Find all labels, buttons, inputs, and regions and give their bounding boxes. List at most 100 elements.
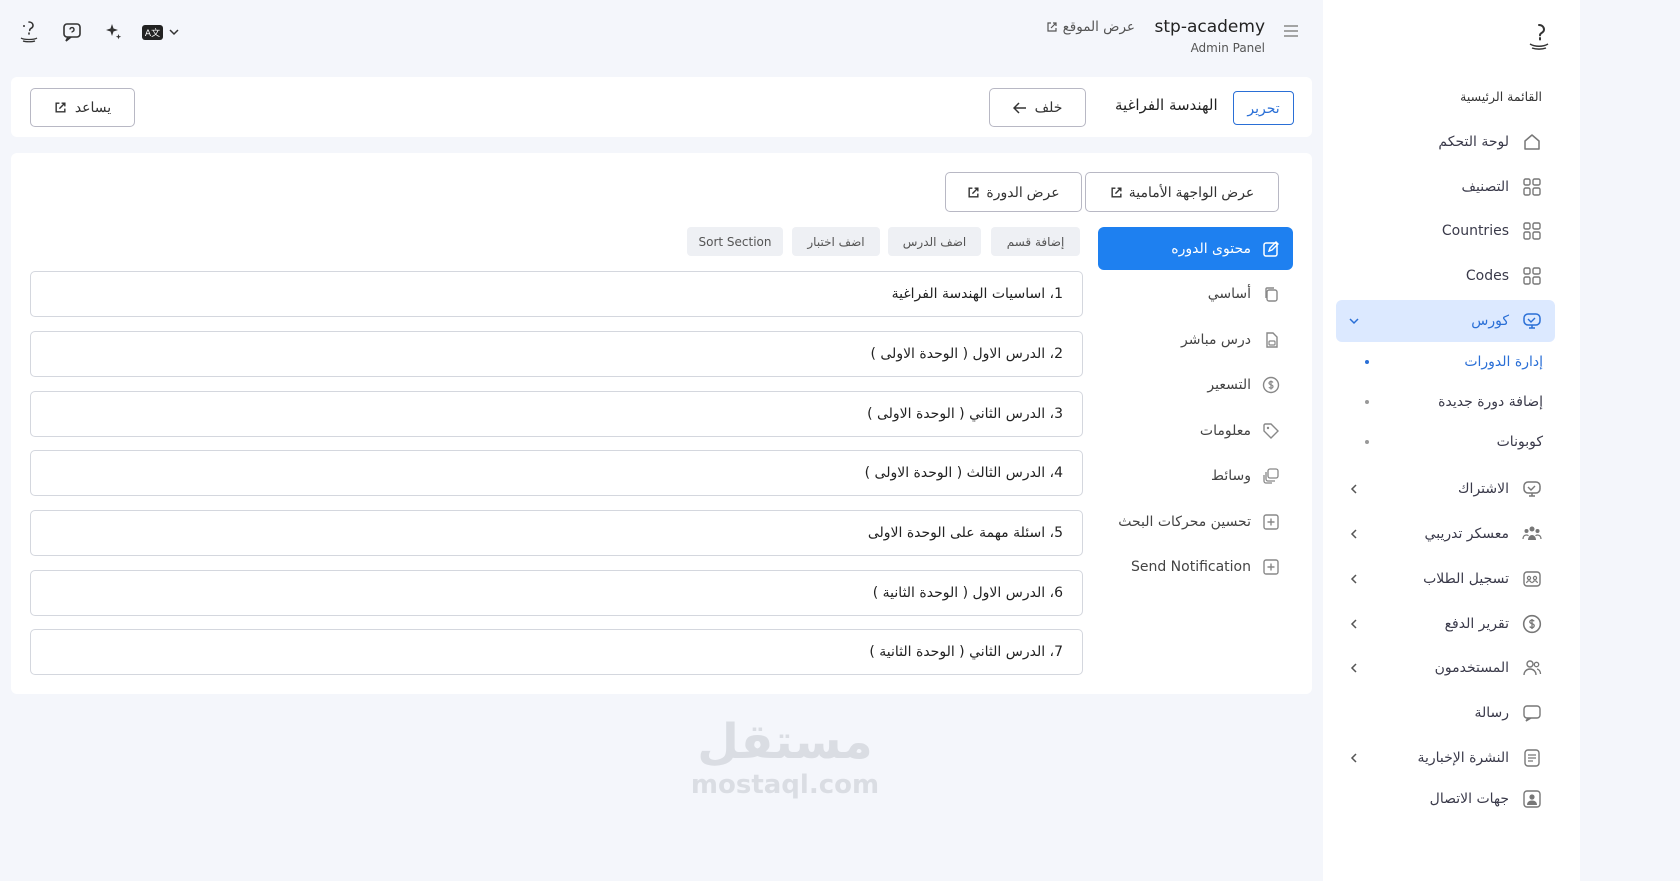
sidebar-item-label: تقرير الدفع — [1444, 616, 1509, 632]
copy-icon — [1261, 284, 1281, 304]
sidebar-item-course[interactable]: كورس — [1336, 300, 1555, 342]
section-row[interactable]: 7، الدرس الثاني ( الوحدة الثانية ) — [30, 629, 1083, 675]
sidebar-item-label: التصنيف — [1461, 179, 1509, 195]
users-icon — [1521, 657, 1543, 679]
sort-section-button[interactable]: Sort Section — [687, 227, 783, 256]
section-title: 2، الدرس الاول ( الوحدة الاولى ) — [870, 346, 1063, 362]
dollar-icon — [1521, 613, 1543, 635]
newsletter-icon — [1521, 747, 1543, 769]
sidebar-item-contacts[interactable]: جهات الاتصال — [1336, 778, 1555, 820]
edit-icon — [1261, 239, 1281, 259]
sidebar-subitem-coupons[interactable]: كوبونات — [1363, 427, 1543, 457]
sidebar-item-newsletter[interactable]: النشرة الإخبارية — [1336, 737, 1555, 779]
tab-label: درس مباشر — [1181, 331, 1251, 348]
sidebar-item-student-registration[interactable]: تسجيل الطلاب — [1336, 558, 1555, 600]
sidebar-section-title: القائمة الرئيسية — [1460, 89, 1542, 104]
sidebar-item-label: معسكر تدريبي — [1424, 526, 1509, 542]
add-section-button[interactable]: إضافة قسم — [991, 227, 1080, 256]
add-lesson-button[interactable]: اضف الدرس — [888, 227, 981, 256]
sidebar-item-countries[interactable]: Countries — [1336, 210, 1555, 252]
section-row[interactable]: 4، الدرس الثالث ( الوحدة الاولى ) — [30, 450, 1083, 496]
tab-media[interactable]: وسائط — [1098, 454, 1293, 497]
sidebar-item-label: كورس — [1471, 313, 1509, 329]
support-chat-icon[interactable] — [61, 21, 83, 43]
sidebar-subitem-manage-courses[interactable]: إدارة الدورات — [1363, 347, 1543, 377]
tab-send-notification[interactable]: Send Notification — [1098, 545, 1293, 588]
section-row[interactable]: 2، الدرس الاول ( الوحدة الاولى ) — [30, 331, 1083, 377]
section-row[interactable]: 1، اساسيات الهندسة الفراغية — [30, 271, 1083, 317]
sidebar: القائمة الرئيسية لوحة التحكم التصنيف Cou… — [1323, 0, 1580, 881]
tab-pricing[interactable]: التسعير — [1098, 363, 1293, 406]
section-title: 4، الدرس الثالث ( الوحدة الاولى ) — [864, 465, 1063, 481]
sidebar-item-label: Countries — [1441, 223, 1509, 239]
sidebar-subitem-label: إضافة دورة جديدة — [1438, 394, 1543, 410]
menu-toggle-icon[interactable] — [1283, 25, 1299, 37]
tab-label: محتوى الدوره — [1171, 240, 1251, 257]
sidebar-subitem-label: إدارة الدورات — [1464, 354, 1543, 370]
section-title: 1، اساسيات الهندسة الفراغية — [891, 286, 1063, 302]
tab-label: أساسي — [1207, 285, 1251, 302]
language-switcher[interactable]: A文 — [140, 21, 182, 43]
sidebar-item-label: تسجيل الطلاب — [1423, 571, 1509, 587]
view-site-label: عرض الموقع — [1062, 19, 1135, 35]
dollar-icon — [1261, 375, 1281, 395]
bullet-icon — [1365, 440, 1369, 444]
page-title: الهندسة الفراغية — [1115, 96, 1218, 114]
external-link-icon — [1111, 186, 1122, 198]
sidebar-item-subscription[interactable]: الاشتراك — [1336, 468, 1555, 510]
sidebar-logo-icon[interactable] — [1522, 20, 1556, 54]
view-site-link[interactable]: عرض الموقع — [1046, 19, 1135, 35]
tab-label: Send Notification — [1130, 558, 1251, 575]
tab-course-content[interactable]: محتوى الدوره — [1098, 227, 1293, 270]
back-button[interactable]: خلف — [989, 88, 1086, 127]
sidebar-item-payment-report[interactable]: تقرير الدفع — [1336, 603, 1555, 645]
sidebar-item-codes[interactable]: Codes — [1336, 255, 1555, 297]
external-link-icon — [968, 186, 979, 198]
chevron-left-icon — [1350, 753, 1357, 763]
brand-subtitle: Admin Panel — [1190, 41, 1265, 55]
sidebar-item-message[interactable]: رسالة — [1336, 692, 1555, 734]
chevron-left-icon — [1350, 663, 1357, 673]
tab-info[interactable]: معلومات — [1098, 409, 1293, 452]
tab-label: وسائط — [1211, 467, 1251, 484]
sidebar-subitem-label: كوبونات — [1496, 434, 1543, 450]
course-view-button[interactable]: عرض الدورة — [945, 172, 1082, 212]
monitor-icon — [1521, 478, 1543, 500]
sidebar-subitem-add-course[interactable]: إضافة دورة جديدة — [1363, 387, 1543, 417]
grid-icon — [1521, 176, 1543, 198]
topbar: A文 عرض الموقع stp-academy Admin Panel — [0, 0, 1323, 70]
tab-label: معلومات — [1199, 422, 1251, 439]
sidebar-item-users[interactable]: المستخدمون — [1336, 647, 1555, 689]
grid-icon — [1521, 220, 1543, 242]
sparkles-icon[interactable] — [102, 21, 124, 43]
help-label: يساعد — [74, 99, 112, 115]
front-view-button[interactable]: عرض الواجهة الأمامية — [1085, 172, 1279, 212]
section-title: 3، الدرس الثاني ( الوحدة الاولى ) — [867, 406, 1063, 422]
brand-name: stp-academy — [1154, 17, 1266, 37]
tab-seo[interactable]: تحسين محركات البحث — [1098, 500, 1293, 543]
section-row[interactable]: 5، اسئلة مهمة على الوحدة الاولى — [30, 510, 1083, 556]
section-title: 6، الدرس الاول ( الوحدة الثانية ) — [872, 585, 1063, 601]
help-button[interactable]: يساعد — [30, 88, 135, 127]
add-quiz-button[interactable]: اضف اختبار — [792, 227, 880, 256]
media-icon — [1261, 466, 1281, 486]
sidebar-item-label: جهات الاتصال — [1429, 791, 1509, 807]
profile-logo-icon[interactable] — [18, 21, 40, 43]
sidebar-item-category[interactable]: التصنيف — [1336, 166, 1555, 208]
monitor-icon — [1521, 310, 1543, 332]
edit-button[interactable]: تحرير — [1233, 91, 1294, 125]
sidebar-item-bootcamp[interactable]: معسكر تدريبي — [1336, 513, 1555, 555]
sidebar-item-dashboard[interactable]: لوحة التحكم — [1336, 121, 1555, 163]
sidebar-item-label: النشرة الإخبارية — [1417, 750, 1509, 766]
course-editor: عرض الواجهة الأمامية عرض الدورة محتوى ال… — [11, 153, 1312, 694]
course-view-label: عرض الدورة — [986, 183, 1060, 200]
chevron-down-icon — [169, 29, 179, 36]
back-label: خلف — [1034, 99, 1063, 115]
section-title: 7، الدرس الثاني ( الوحدة الثانية ) — [869, 644, 1063, 660]
tab-basic[interactable]: أساسي — [1098, 272, 1293, 315]
tab-live-lesson[interactable]: درس مباشر — [1098, 318, 1293, 361]
sidebar-item-label: المستخدمون — [1434, 660, 1509, 676]
section-row[interactable]: 3، الدرس الثاني ( الوحدة الاولى ) — [30, 391, 1083, 437]
sidebar-item-label: الاشتراك — [1458, 481, 1509, 497]
section-row[interactable]: 6، الدرس الاول ( الوحدة الثانية ) — [30, 570, 1083, 616]
